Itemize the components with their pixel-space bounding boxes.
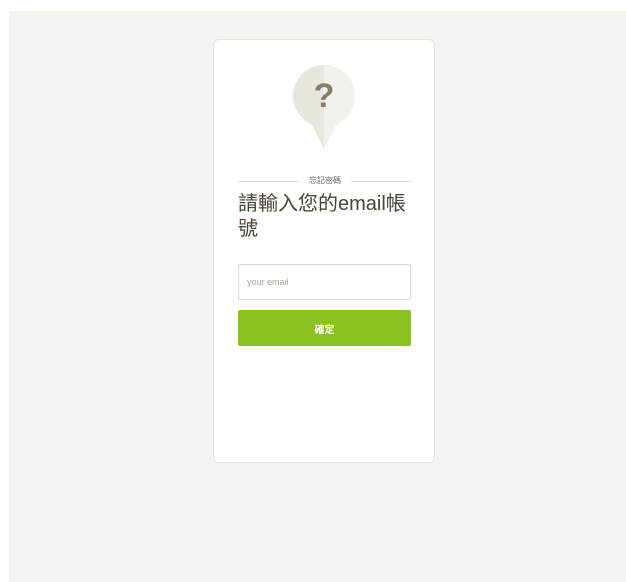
section-divider: 忘記密碼 bbox=[238, 174, 412, 188]
forgot-password-card: ? 忘記密碼 請輸入您的email帳號 確定 bbox=[213, 39, 435, 463]
confirm-button[interactable]: 確定 bbox=[238, 310, 411, 346]
email-input[interactable] bbox=[238, 264, 411, 300]
divider-line-right bbox=[351, 180, 412, 182]
question-mark-icon: ? bbox=[293, 65, 355, 149]
question-mark-glyph: ? bbox=[314, 77, 335, 115]
page-background: ? 忘記密碼 請輸入您的email帳號 確定 bbox=[9, 11, 626, 582]
divider-line-left bbox=[238, 180, 299, 182]
section-label: 忘記密碼 bbox=[309, 176, 341, 185]
page-title: 請輸入您的email帳號 bbox=[238, 193, 406, 240]
